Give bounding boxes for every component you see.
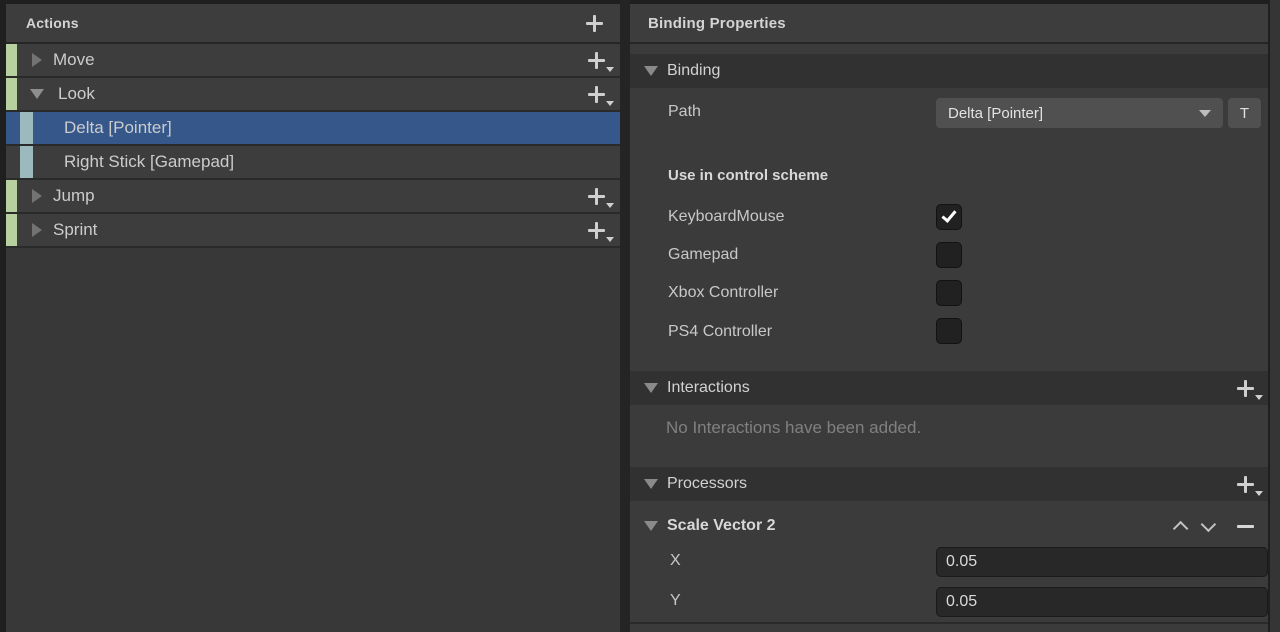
- action-row-move[interactable]: Move: [6, 44, 620, 78]
- interactions-section-header[interactable]: Interactions: [630, 371, 1268, 405]
- foldout-expanded-icon: [644, 66, 658, 76]
- scheme-label-gamepad: Gamepad: [668, 246, 738, 264]
- actions-panel-header: Actions: [6, 4, 620, 44]
- scheme-checkbox-ps4[interactable]: [936, 318, 962, 344]
- dropdown-caret-icon: [606, 203, 614, 208]
- control-scheme-heading: Use in control scheme: [668, 167, 828, 185]
- action-row-look[interactable]: Look: [6, 78, 620, 112]
- scheme-label-xbox: Xbox Controller: [668, 284, 778, 302]
- panel-bottom-divider: [630, 622, 1268, 624]
- processors-section-title: Processors: [667, 475, 747, 493]
- field-x-label: X: [670, 552, 681, 570]
- dropdown-caret-icon: [606, 237, 614, 242]
- field-y-label: Y: [670, 592, 681, 610]
- interactions-empty-message: No Interactions have been added.: [666, 418, 921, 438]
- dropdown-caret-icon: [1199, 110, 1211, 117]
- scheme-checkbox-gamepad[interactable]: [936, 242, 962, 268]
- binding-properties-panel: Binding Properties Binding Path Delta [P…: [630, 0, 1268, 632]
- actions-panel: Actions Move Look Delta [Pointer]: [0, 0, 620, 632]
- binding-section-header[interactable]: Binding: [630, 54, 1268, 88]
- path-dropdown-value: Delta [Pointer]: [948, 105, 1043, 122]
- text-mode-button[interactable]: T: [1228, 98, 1261, 128]
- action-label: Look: [58, 84, 95, 104]
- action-color-stripe: [6, 214, 17, 246]
- scheme-label-keyboardmouse: KeyboardMouse: [668, 208, 785, 226]
- action-row-sprint[interactable]: Sprint: [6, 214, 620, 248]
- foldout-expanded-icon: [644, 383, 658, 393]
- processor-controls: [1173, 509, 1254, 543]
- action-color-stripe: [6, 78, 17, 110]
- binding-color-stripe: [20, 146, 33, 178]
- disclosure-collapsed-icon[interactable]: [32, 53, 42, 67]
- dropdown-caret-icon: [1255, 395, 1263, 400]
- add-binding-button[interactable]: [588, 188, 605, 205]
- checkmark-icon: [941, 207, 956, 223]
- dropdown-caret-icon: [606, 101, 614, 106]
- add-binding-button[interactable]: [588, 86, 605, 103]
- foldout-expanded-icon: [644, 521, 658, 531]
- remove-processor-icon[interactable]: [1237, 525, 1254, 528]
- binding-properties-title: Binding Properties: [648, 15, 786, 32]
- foldout-expanded-icon: [644, 479, 658, 489]
- action-color-stripe: [6, 44, 17, 76]
- scale-vector2-title: Scale Vector 2: [667, 517, 776, 535]
- actions-panel-title: Actions: [26, 15, 79, 31]
- dropdown-caret-icon: [1255, 491, 1263, 496]
- disclosure-collapsed-icon[interactable]: [32, 189, 42, 203]
- processors-section-header[interactable]: Processors: [630, 467, 1268, 501]
- action-label: Sprint: [53, 220, 97, 240]
- disclosure-expanded-icon[interactable]: [30, 89, 44, 99]
- path-dropdown[interactable]: Delta [Pointer]: [936, 98, 1223, 128]
- binding-section-title: Binding: [667, 62, 720, 80]
- action-row-jump[interactable]: Jump: [6, 180, 620, 214]
- add-processor-button[interactable]: [1237, 476, 1254, 493]
- field-y-input[interactable]: [936, 587, 1268, 617]
- binding-row-right-stick[interactable]: Right Stick [Gamepad]: [6, 146, 620, 180]
- binding-properties-header: Binding Properties: [630, 4, 1268, 44]
- path-label: Path: [668, 103, 701, 121]
- interactions-section-title: Interactions: [667, 379, 750, 397]
- add-binding-button[interactable]: [588, 222, 605, 239]
- scheme-checkbox-keyboardmouse[interactable]: [936, 204, 962, 230]
- action-label: Jump: [53, 186, 95, 206]
- action-color-stripe: [6, 180, 17, 212]
- move-up-icon[interactable]: [1173, 520, 1189, 536]
- move-down-icon[interactable]: [1201, 516, 1217, 532]
- binding-row-delta-pointer[interactable]: Delta [Pointer]: [6, 112, 620, 146]
- text-mode-button-label: T: [1240, 105, 1249, 122]
- binding-label: Delta [Pointer]: [64, 118, 172, 138]
- scheme-checkbox-xbox[interactable]: [936, 280, 962, 306]
- scale-vector2-header[interactable]: Scale Vector 2: [630, 509, 1268, 543]
- add-interaction-button[interactable]: [1237, 380, 1254, 397]
- input-actions-window: Actions Move Look Delta [Pointer]: [0, 0, 1280, 632]
- add-binding-button[interactable]: [588, 52, 605, 69]
- scrollbar-track[interactable]: [1268, 0, 1280, 632]
- binding-color-stripe: [20, 112, 33, 144]
- dropdown-caret-icon: [606, 67, 614, 72]
- scheme-label-ps4: PS4 Controller: [668, 323, 772, 341]
- field-x-input[interactable]: [936, 547, 1268, 577]
- disclosure-collapsed-icon[interactable]: [32, 223, 42, 237]
- binding-label: Right Stick [Gamepad]: [64, 152, 234, 172]
- action-label: Move: [53, 50, 95, 70]
- add-action-button[interactable]: [586, 15, 603, 32]
